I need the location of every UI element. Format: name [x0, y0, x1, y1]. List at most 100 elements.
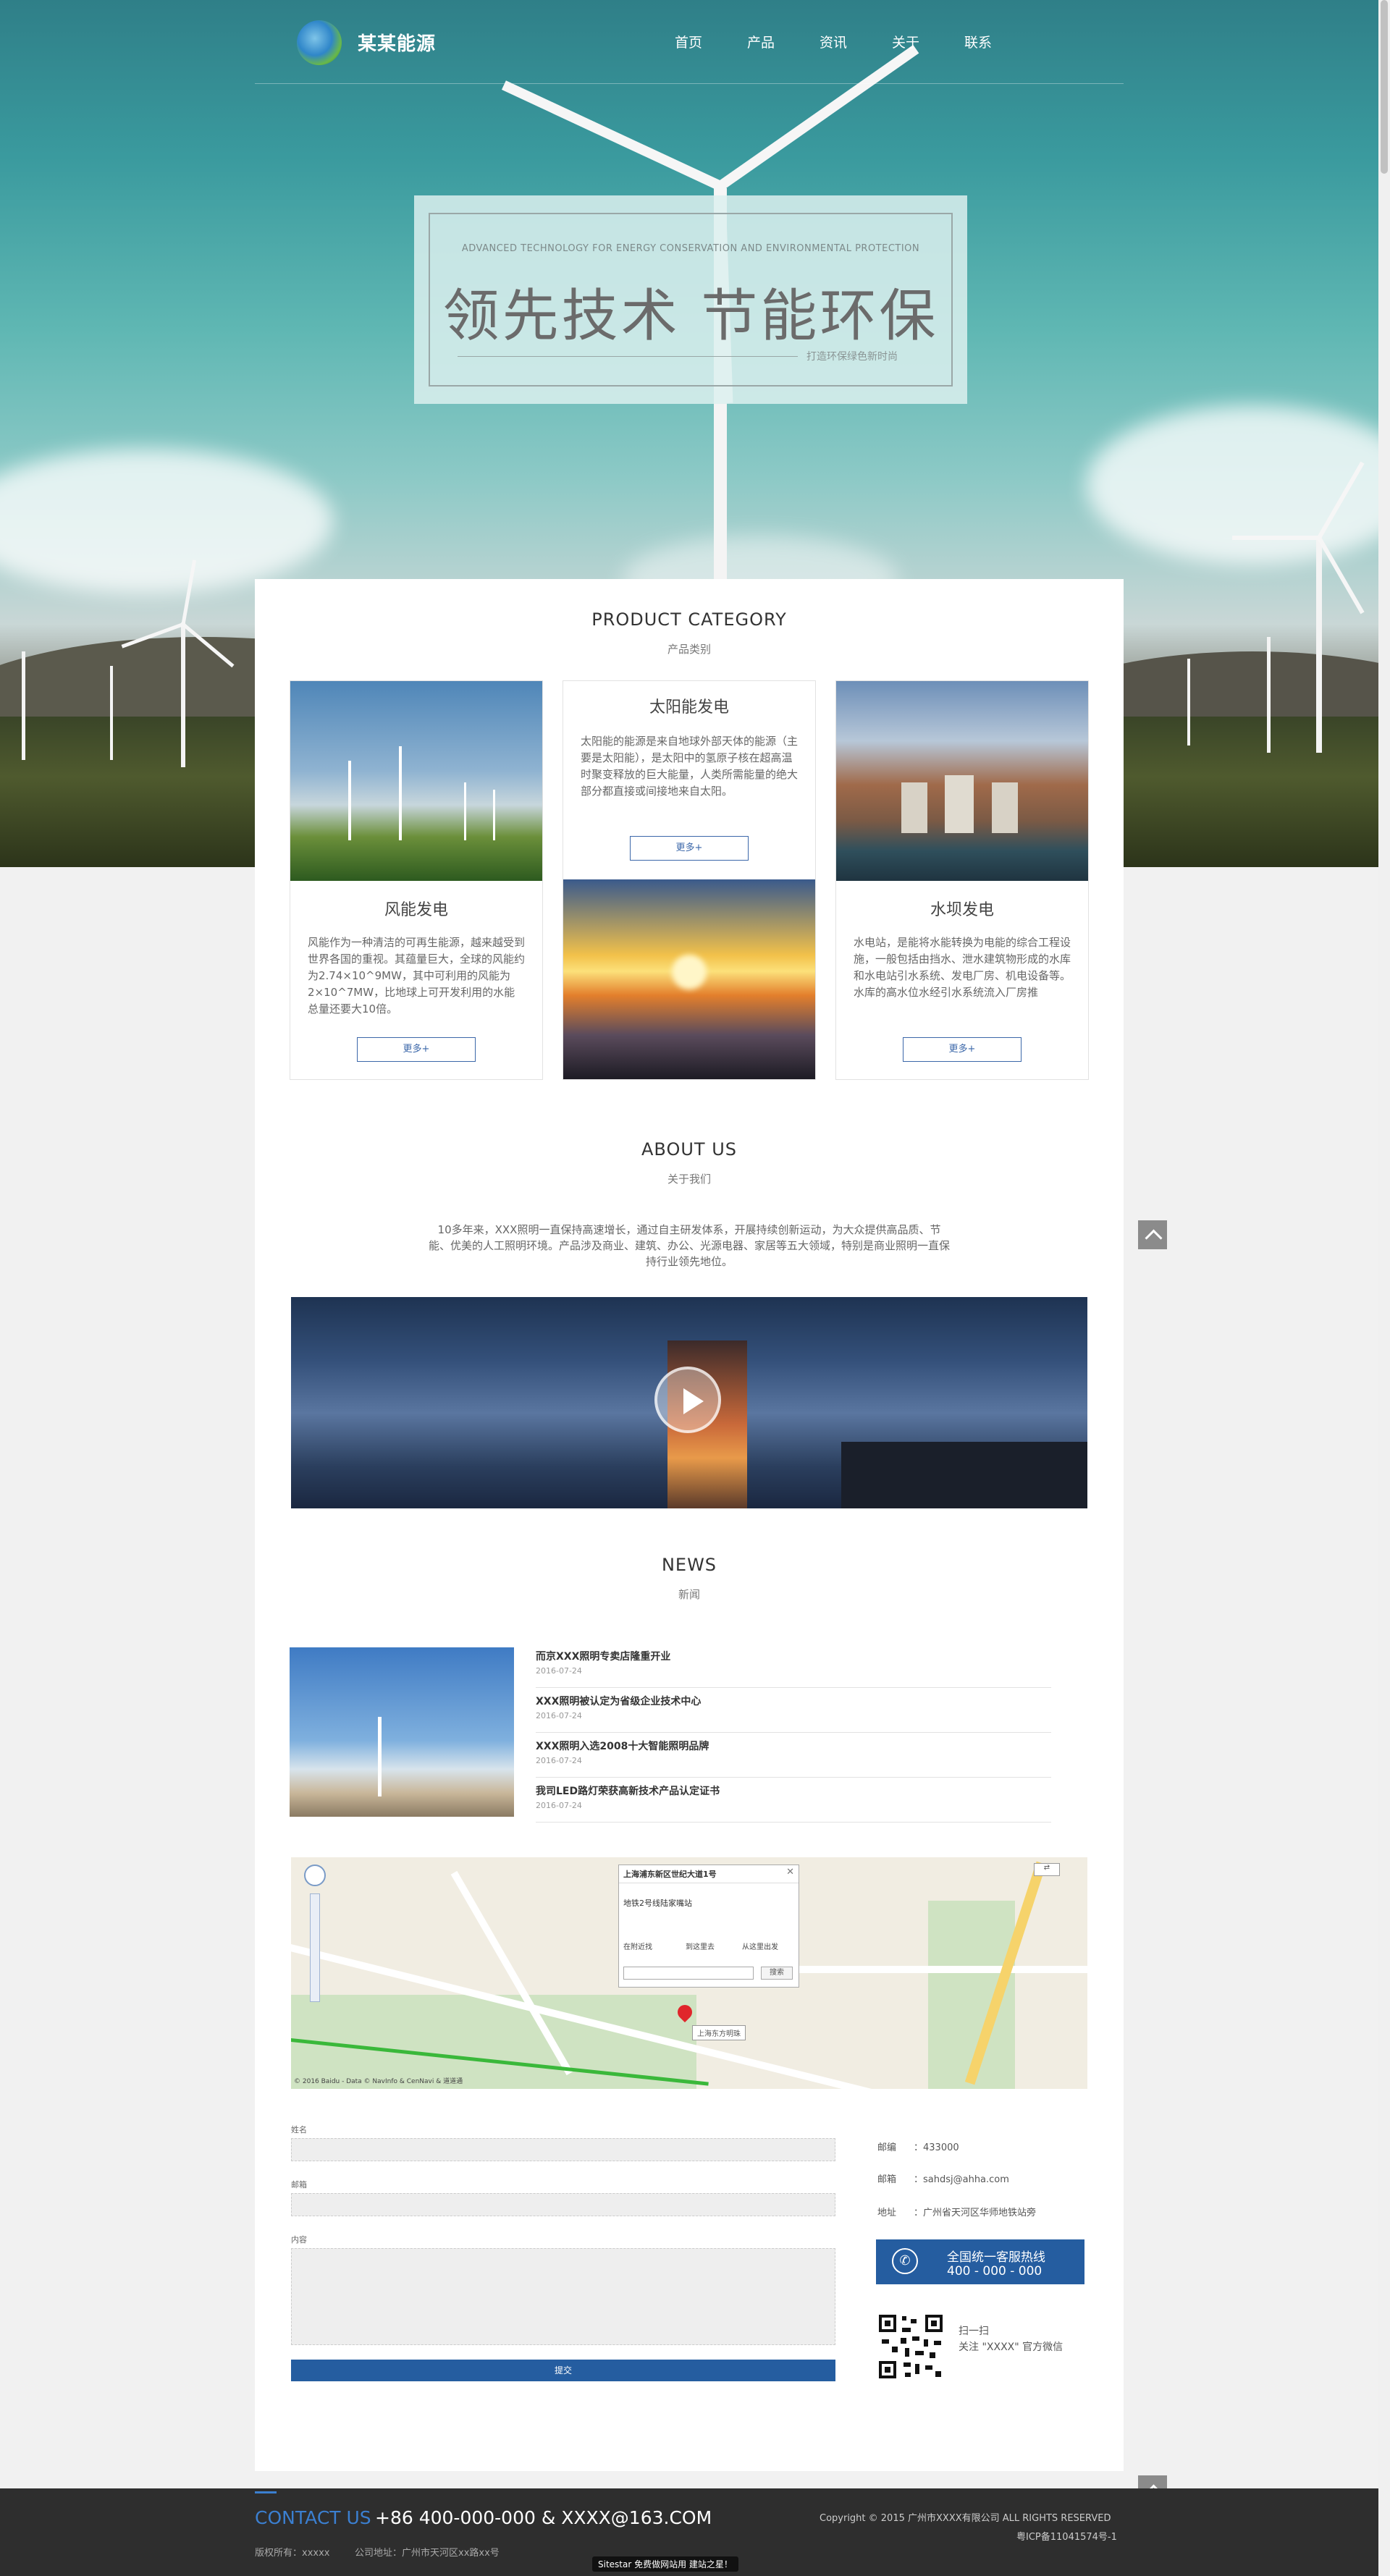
map-action-from[interactable]: 从这里出发	[742, 1941, 778, 1951]
footer-contact-label: CONTACT US	[255, 2507, 371, 2528]
sitestar-badge[interactable]: Sitestar 免费做网站用 建站之星！	[592, 2556, 738, 2572]
turbine-tower	[1267, 637, 1271, 753]
news-title: NEWS	[661, 1555, 717, 1575]
wind-farm-photo	[290, 681, 542, 881]
news-item-title[interactable]: XXX照明入选2008十大智能照明品牌	[536, 1739, 709, 1753]
turbine-tower	[1316, 536, 1322, 753]
dam-tower	[901, 782, 927, 833]
turbine-tower	[348, 761, 351, 840]
contact-value: ：广州省天河区华师地铁站旁	[914, 2208, 1037, 2218]
footer-contact-value: +86 400-000-000 & XXXX@163.COM	[375, 2507, 712, 2528]
more-button[interactable]: 更多+	[630, 836, 749, 861]
phone-icon: ✆	[892, 2248, 918, 2274]
turbine-tower	[493, 790, 495, 840]
map-marker-label: 上海东方明珠	[692, 2025, 746, 2040]
news-item-date: 2016-07-24	[536, 1801, 582, 1810]
banner-slogan-box: ADVANCED TECHNOLOGY FOR ENERGY CONSERVAT…	[414, 195, 967, 404]
product-card-solar: 太阳能发电 太阳能的能源是来自地球外部天体的能源（主要是太阳能），是太阳中的氢原…	[563, 680, 816, 1080]
about-text: 10多年来，XXX照明一直保持高速增长，通过自主研发体系，开展持续创新运动，为大…	[429, 1223, 951, 1268]
turbine-blade	[1232, 536, 1319, 540]
news-item-date: 2016-07-24	[536, 1666, 582, 1676]
qr-code	[876, 2312, 945, 2381]
contact-value: ：sahdsj@ahha.com	[914, 2174, 1009, 2185]
hotline-number: 400 - 000 - 000	[947, 2264, 1042, 2279]
footer-copyright: Copyright © 2015 广州市XXXX有限公司 ALL RIGHTS …	[820, 2513, 1111, 2524]
news-item[interactable]: XXX照明入选2008十大智能照明品牌 2016-07-24	[536, 1733, 1051, 1778]
cloud	[0, 449, 333, 594]
back-to-top-button[interactable]	[1138, 1220, 1167, 1249]
content-textarea[interactable]	[291, 2248, 835, 2345]
more-button[interactable]: 更多+	[357, 1037, 476, 1062]
dam-tower	[945, 775, 974, 833]
product-card-wind: 风能发电 风能作为一种清洁的可再生能源，越来越受到世界各国的重视。其蕴量巨大，全…	[290, 680, 543, 1080]
about-subtitle: 关于我们	[667, 1173, 711, 1186]
email-field[interactable]	[291, 2193, 835, 2216]
contact-label: 邮箱	[877, 2174, 897, 2185]
hotline-title: 全国统一客服热线	[947, 2250, 1045, 2265]
product-description: 太阳能的能源是来自地球外部天体的能源（主要是太阳能），是太阳中的氢原子核在超高温…	[581, 735, 799, 798]
news-item[interactable]: 而京XXX照明专卖店隆重开业 2016-07-24	[536, 1643, 1051, 1688]
news-item-date: 2016-07-24	[536, 1711, 582, 1720]
footer-accent-bar	[255, 2491, 277, 2493]
banner-subline: 打造环保绿色新时尚	[806, 351, 898, 363]
footer: CONTACT US +86 400-000-000 & XXXX@163.CO…	[0, 2488, 1390, 2576]
map-road	[798, 1966, 1087, 1973]
map-type-switch[interactable]: ⇄	[1034, 1863, 1060, 1876]
qr-caption: 扫一扫	[959, 2326, 989, 2337]
news-item-date: 2016-07-24	[536, 1756, 582, 1765]
scrollbar-thumb[interactable]	[1381, 0, 1388, 174]
baidu-map[interactable]: ⇄ 上海浦东新区世纪大道1号 ✕ 地铁2号线陆家嘴站 在附近找 到这里去 从这里…	[291, 1857, 1087, 2089]
map-action-goto[interactable]: 到这里去	[686, 1941, 715, 1951]
banner-english-line: ADVANCED TECHNOLOGY FOR ENERGY CONSERVAT…	[461, 243, 920, 254]
name-field[interactable]	[291, 2138, 835, 2161]
map-popup-desc: 地铁2号线陆家嘴站	[623, 1899, 692, 1908]
nav-item-contact[interactable]: 联系	[964, 32, 992, 51]
footer-icp: 粤ICP备11041574号-1	[1016, 2532, 1117, 2543]
main-content: PRODUCT CATEGORY 产品类别 风能发电 风能作为一种清洁的可再生能…	[255, 579, 1124, 2471]
news-item-title[interactable]: 而京XXX照明专卖店隆重开业	[536, 1649, 670, 1663]
nav-item-about[interactable]: 关于	[892, 32, 919, 51]
nav-item-news[interactable]: 资讯	[820, 32, 847, 51]
dam-tower	[992, 782, 1018, 833]
qr-caption-sub: 关注 "XXXX" 官方微信	[959, 2341, 1063, 2353]
nav-item-products[interactable]: 产品	[747, 32, 775, 51]
news-item-title[interactable]: XXX照明被认定为省级企业技术中心	[536, 1694, 701, 1708]
play-icon[interactable]	[654, 1367, 721, 1433]
map-popup-title: 上海浦东新区世纪大道1号	[623, 1870, 717, 1879]
sun	[672, 955, 707, 989]
turbine-tower	[110, 666, 113, 760]
map-action-nearby[interactable]: 在附近找	[623, 1941, 652, 1951]
submit-button[interactable]: 提交	[291, 2360, 835, 2381]
map-search-input[interactable]	[623, 1967, 754, 1980]
contact-label: 邮编	[877, 2142, 897, 2153]
product-description: 风能作为一种清洁的可再生能源，越来越受到世界各国的重视。其蕴量巨大，全球的风能约…	[308, 936, 526, 1015]
map-zoom-slider[interactable]	[310, 1893, 320, 2002]
turbine-tower	[1187, 659, 1190, 746]
news-item-title[interactable]: 我司LED路灯荣获高新技术产品认定证书	[536, 1783, 720, 1798]
logo-icon[interactable]	[297, 20, 342, 65]
map-search-button[interactable]: 搜索	[761, 1967, 793, 1980]
brand-name[interactable]: 某某能源	[358, 29, 436, 56]
product-title: 水坝发电	[930, 901, 994, 919]
map-info-window: 上海浦东新区世纪大道1号 ✕ 地铁2号线陆家嘴站 在附近找 到这里去 从这里出发…	[618, 1865, 799, 1988]
more-button[interactable]: 更多+	[903, 1037, 1022, 1062]
name-label: 姓名	[291, 2125, 307, 2134]
village-silhouette	[841, 1442, 1087, 1508]
news-item[interactable]: 我司LED路灯荣获高新技术产品认定证书 2016-07-24	[536, 1778, 1051, 1823]
turbine-blade	[501, 80, 723, 191]
top-navigation: 某某能源 首页 产品 资讯 关于 联系	[255, 0, 1124, 84]
map-pan-control[interactable]	[304, 1865, 326, 1886]
contact-value: ：433000	[914, 2142, 959, 2153]
page-scrollbar[interactable]	[1378, 0, 1390, 2576]
turbine-tower	[378, 1717, 382, 1796]
close-icon[interactable]: ✕	[786, 1867, 794, 1878]
about-video[interactable]	[291, 1297, 1087, 1508]
play-triangle	[683, 1388, 704, 1414]
news-subtitle: 新闻	[678, 1588, 700, 1601]
banner-divider	[458, 356, 798, 357]
map-copyright: © 2016 Baidu - Data © NavInfo & CenNavi …	[294, 2078, 463, 2085]
news-item[interactable]: XXX照明被认定为省级企业技术中心 2016-07-24	[536, 1688, 1051, 1733]
products-subtitle: 产品类别	[667, 643, 711, 656]
banner-frame: ADVANCED TECHNOLOGY FOR ENERGY CONSERVAT…	[429, 213, 953, 387]
nav-item-home[interactable]: 首页	[675, 32, 702, 51]
